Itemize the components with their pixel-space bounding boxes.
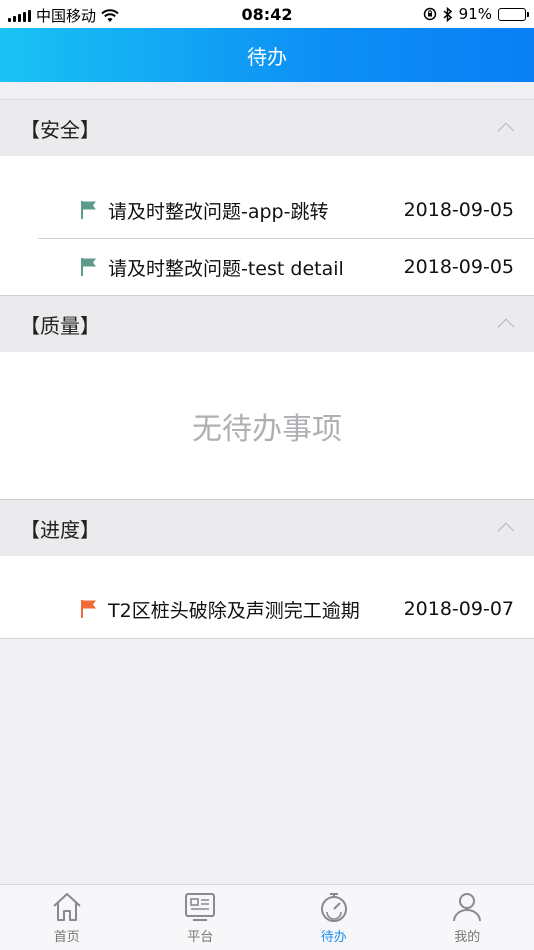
orientation-lock-icon — [423, 7, 436, 21]
item-title: 请及时整改问题-test detail — [108, 257, 344, 280]
todo-list: 【安全】 请及时整改问题-app-跳转 2018-09-05 请及时整改问题-t… — [0, 82, 534, 639]
nav-bar: 待办 — [0, 28, 534, 82]
flag-icon — [81, 258, 96, 276]
tab-label: 平台 — [187, 930, 214, 945]
section-title: 【质量】 — [20, 313, 100, 338]
todo-icon — [320, 893, 347, 922]
chevron-up-icon — [497, 318, 515, 336]
section-body-progress: T2区桩头破除及声测完工逾期 2018-09-07 — [0, 556, 534, 638]
list-item[interactable]: T2区桩头破除及声测完工逾期 2018-09-07 — [0, 582, 534, 638]
item-date: 2018-09-05 — [403, 256, 514, 278]
tab-todo[interactable]: 待办 — [267, 885, 401, 950]
item-date: 2018-09-05 — [403, 199, 514, 221]
page-title: 待办 — [247, 44, 287, 69]
top-spacer — [0, 82, 534, 100]
bluetooth-icon — [443, 6, 452, 22]
item-title: 请及时整改问题-app-跳转 — [108, 200, 329, 223]
section-body-safety: 请及时整改问题-app-跳转 2018-09-05 请及时整改问题-test d… — [0, 156, 534, 295]
battery-icon — [498, 7, 529, 21]
tab-label: 首页 — [53, 930, 80, 945]
divider — [0, 638, 534, 639]
tab-label: 待办 — [320, 930, 347, 945]
tab-home[interactable]: 首页 — [0, 885, 134, 950]
empty-state: 无待办事项 — [0, 352, 534, 499]
item-date: 2018-09-07 — [403, 598, 514, 620]
section-title: 【安全】 — [20, 117, 100, 142]
platform-icon — [185, 893, 216, 921]
battery-percent: 91% — [458, 5, 492, 23]
chevron-up-icon — [497, 122, 515, 140]
section-title: 【进度】 — [20, 517, 100, 542]
user-icon — [453, 893, 482, 922]
tab-platform[interactable]: 平台 — [134, 885, 268, 950]
list-item[interactable]: 请及时整改问题-test detail 2018-09-05 — [0, 239, 534, 295]
chevron-up-icon — [497, 522, 515, 540]
item-title: T2区桩头破除及声测完工逾期 — [108, 599, 360, 622]
list-item[interactable]: 请及时整改问题-app-跳转 2018-09-05 — [0, 182, 534, 238]
tab-label: 我的 — [454, 930, 481, 945]
section-header-safety[interactable]: 【安全】 — [0, 100, 534, 156]
tab-mine[interactable]: 我的 — [401, 885, 534, 950]
section-header-progress[interactable]: 【进度】 — [0, 500, 534, 556]
section-header-quality[interactable]: 【质量】 — [0, 296, 534, 352]
status-bar: 中国移动 08:42 91% — [0, 0, 534, 28]
tab-bar: 首页 平台 待办 我的 — [0, 884, 534, 950]
home-icon — [53, 893, 81, 921]
flag-icon — [81, 600, 96, 618]
flag-icon — [81, 201, 96, 219]
